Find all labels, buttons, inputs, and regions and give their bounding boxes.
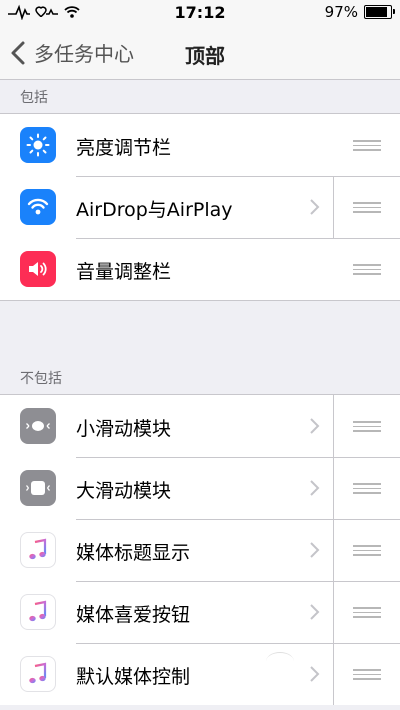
battery-icon xyxy=(364,5,395,19)
chevron-left-icon xyxy=(11,41,25,64)
list-item-airdrop-airplay[interactable]: AirDrop与AirPlay xyxy=(0,176,400,238)
reorder-handle[interactable] xyxy=(353,421,381,432)
section-header-included: 包括 xyxy=(20,90,48,106)
chevron-right-icon xyxy=(310,666,320,682)
brightness-icon xyxy=(20,127,56,163)
music-icon xyxy=(20,532,56,568)
item-label: 默认媒体控制 xyxy=(76,666,191,688)
chevron-right-icon xyxy=(310,542,320,558)
back-button[interactable]: 多任务中心 xyxy=(8,38,134,67)
large-slider-icon xyxy=(20,470,56,506)
airdrop-icon xyxy=(20,189,56,225)
battery-percent: 97% xyxy=(324,3,358,21)
chevron-right-icon xyxy=(310,418,320,434)
touch-indicator xyxy=(266,652,294,671)
back-label: 多任务中心 xyxy=(34,42,134,66)
list-item-media-title[interactable]: 媒体标题显示 xyxy=(0,519,400,581)
item-label: 媒体喜爱按钮 xyxy=(76,604,191,626)
status-bar: 17:12 97% xyxy=(0,0,400,26)
page-title: 顶部 xyxy=(185,44,225,68)
volume-icon xyxy=(20,251,56,287)
item-label: 音量调整栏 xyxy=(76,261,172,283)
item-label: AirDrop与AirPlay xyxy=(76,199,233,221)
reorder-handle[interactable] xyxy=(353,545,381,556)
small-slider-icon xyxy=(20,408,56,444)
chevron-right-icon xyxy=(310,199,320,215)
navigation-bar: 多任务中心 顶部 xyxy=(0,26,400,80)
list-item-brightness[interactable]: 亮度调节栏 xyxy=(0,114,400,176)
music-icon xyxy=(20,656,56,692)
reorder-handle[interactable] xyxy=(353,483,381,494)
included-list: 亮度调节栏 AirDrop与AirPlay 音量调整栏 xyxy=(0,113,400,301)
music-icon xyxy=(20,594,56,630)
list-item-large-slider[interactable]: 大滑动模块 xyxy=(0,457,400,519)
item-label: 亮度调节栏 xyxy=(76,137,172,159)
reorder-handle[interactable] xyxy=(353,140,381,151)
chevron-right-icon xyxy=(310,480,320,496)
section-header-excluded: 不包括 xyxy=(20,371,62,387)
list-item-small-slider[interactable]: 小滑动模块 xyxy=(0,395,400,457)
item-label: 媒体标题显示 xyxy=(76,542,191,564)
list-item-default-media-control[interactable]: 默认媒体控制 xyxy=(0,643,400,705)
chevron-right-icon xyxy=(310,604,320,620)
reorder-handle[interactable] xyxy=(353,202,381,213)
reorder-handle[interactable] xyxy=(353,264,381,275)
reorder-handle[interactable] xyxy=(353,669,381,680)
item-label: 小滑动模块 xyxy=(76,418,172,440)
reorder-handle[interactable] xyxy=(353,607,381,618)
excluded-list: 小滑动模块 大滑动模块 媒体标题显示 媒体喜爱按钮 默认媒体控制 xyxy=(0,394,400,705)
list-item-volume[interactable]: 音量调整栏 xyxy=(0,238,400,300)
list-item-media-favorite[interactable]: 媒体喜爱按钮 xyxy=(0,581,400,643)
item-label: 大滑动模块 xyxy=(76,480,172,502)
